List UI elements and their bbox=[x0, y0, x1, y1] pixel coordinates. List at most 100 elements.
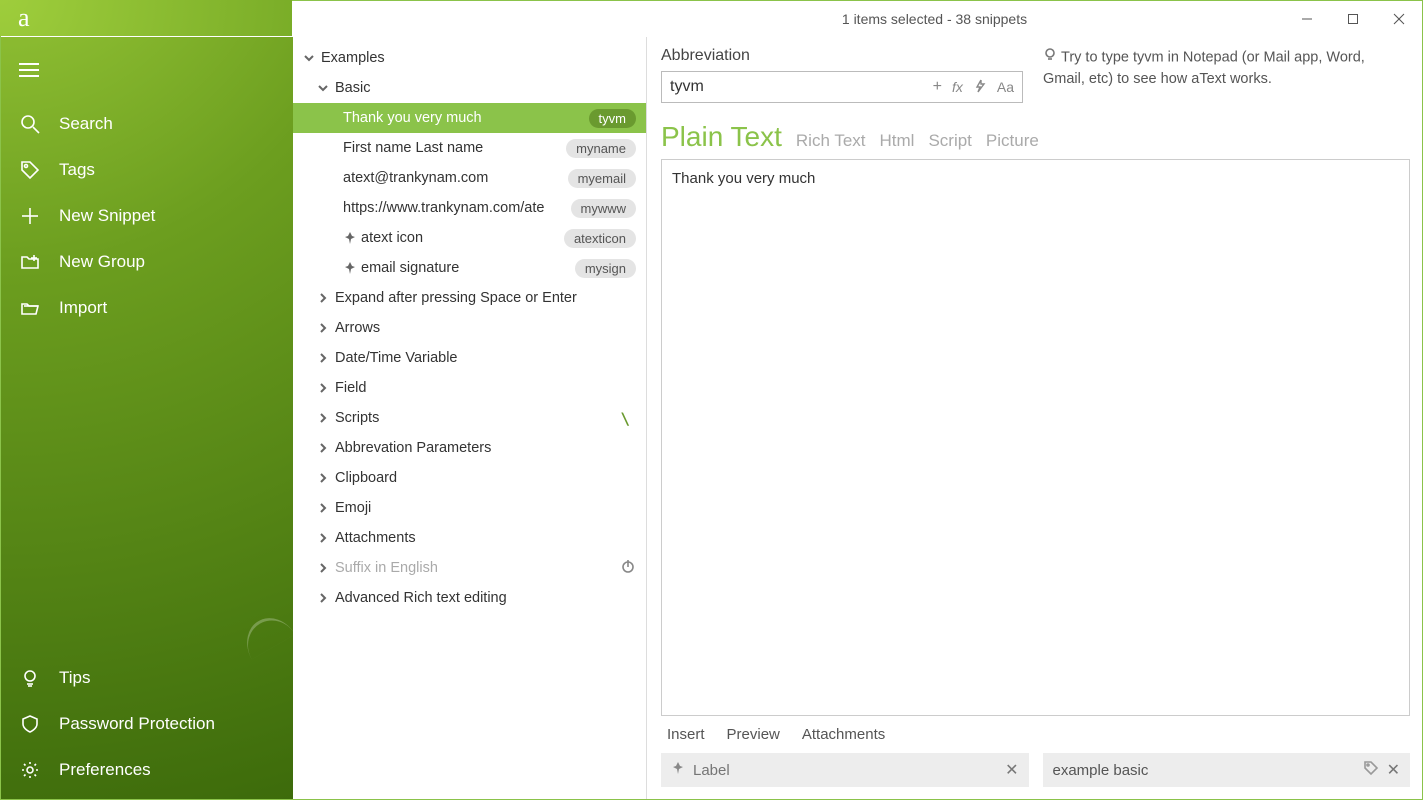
chevron-down-icon bbox=[315, 80, 331, 96]
tree-label: Basic bbox=[335, 80, 636, 96]
bulb-icon bbox=[1043, 47, 1057, 69]
tree-label: Suffix in English bbox=[335, 560, 620, 576]
tree-label: Expand after pressing Space or Enter bbox=[335, 290, 636, 306]
tree-label: Date/Time Variable bbox=[335, 350, 636, 366]
hint-text: Try to type tyvm in Notepad (or Mail app… bbox=[1043, 45, 1410, 91]
chevron-right-icon bbox=[315, 320, 331, 336]
tree-group[interactable]: Suffix in English bbox=[293, 553, 646, 583]
tag-icon bbox=[1363, 760, 1379, 780]
chevron-right-icon bbox=[315, 350, 331, 366]
bulb-icon bbox=[19, 667, 41, 689]
snippet-row[interactable]: First name Last namemyname bbox=[293, 133, 646, 163]
fx-button[interactable]: fx bbox=[952, 79, 963, 95]
tree-group[interactable]: Expand after pressing Space or Enter bbox=[293, 283, 646, 313]
window-title: 1 items selected - 38 snippets bbox=[293, 11, 1284, 27]
folder-plus-icon bbox=[19, 251, 41, 273]
snippet-abbr: mysign bbox=[575, 259, 636, 278]
snippet-abbr: myname bbox=[566, 139, 636, 158]
sidebar-item-tips[interactable]: Tips bbox=[1, 655, 293, 701]
tag-icon bbox=[19, 159, 41, 181]
tree-group[interactable]: Abbrevation Parameters bbox=[293, 433, 646, 463]
sidebar-item-pwd[interactable]: Password Protection bbox=[1, 701, 293, 747]
sidebar-item-search[interactable]: Search bbox=[1, 101, 293, 147]
tab-html[interactable]: Html bbox=[880, 131, 915, 151]
sidebar-item-newsnippet[interactable]: New Snippet bbox=[1, 193, 293, 239]
tree-label: Scripts bbox=[335, 410, 620, 426]
tab-preview[interactable]: Preview bbox=[727, 726, 780, 743]
tab-script[interactable]: Script bbox=[928, 131, 971, 151]
abbreviation-input[interactable] bbox=[662, 74, 925, 100]
snippet-abbr: atexticon bbox=[564, 229, 636, 248]
tag-input[interactable] bbox=[1053, 762, 1355, 779]
gear-icon bbox=[19, 759, 41, 781]
close-button[interactable] bbox=[1376, 1, 1422, 37]
sidebar-item-label: Tips bbox=[59, 668, 91, 688]
sidebar-item-label: Tags bbox=[59, 160, 95, 180]
label-field[interactable]: ✕ bbox=[661, 753, 1029, 787]
tree-group[interactable]: Field bbox=[293, 373, 646, 403]
script-indicator: \ bbox=[620, 409, 636, 428]
sidebar-item-import[interactable]: Import bbox=[1, 285, 293, 331]
sidebar-item-prefs[interactable]: Preferences bbox=[1, 747, 293, 793]
chevron-down-icon bbox=[301, 50, 317, 66]
chevron-right-icon bbox=[315, 290, 331, 306]
snippet-row[interactable]: email signaturemysign bbox=[293, 253, 646, 283]
minimize-button[interactable] bbox=[1284, 1, 1330, 37]
abbreviation-field[interactable]: + fx Aa bbox=[661, 71, 1023, 103]
tree-group-basic[interactable]: Basic bbox=[293, 73, 646, 103]
tab-picture[interactable]: Picture bbox=[986, 131, 1039, 151]
snippet-label: First name Last name bbox=[343, 140, 566, 156]
maximize-button[interactable] bbox=[1330, 1, 1376, 37]
tree-group[interactable]: Advanced Rich text editing bbox=[293, 583, 646, 613]
sidebar-item-label: New Group bbox=[59, 252, 145, 272]
chevron-right-icon bbox=[315, 440, 331, 456]
tree-label: Arrows bbox=[335, 320, 636, 336]
power-icon bbox=[620, 558, 636, 578]
menu-button[interactable] bbox=[1, 37, 293, 89]
clear-tag-button[interactable]: ✕ bbox=[1387, 760, 1400, 780]
snippet-row[interactable]: atext@trankynam.commyemail bbox=[293, 163, 646, 193]
tree-group-examples[interactable]: Examples bbox=[293, 43, 646, 73]
flash-icon[interactable] bbox=[973, 79, 987, 96]
sidebar-item-label: New Snippet bbox=[59, 206, 155, 226]
tree-label: Emoji bbox=[335, 500, 636, 516]
tab-plain-text[interactable]: Plain Text bbox=[661, 121, 782, 153]
chevron-right-icon bbox=[315, 380, 331, 396]
chevron-right-icon bbox=[315, 500, 331, 516]
content-type-tabs: Plain Text Rich Text Html Script Picture bbox=[661, 121, 1410, 153]
tree-label: Attachments bbox=[335, 530, 636, 546]
snippet-row[interactable]: atext iconatexticon bbox=[293, 223, 646, 253]
snippet-label: email signature bbox=[361, 260, 575, 276]
tree-label: Field bbox=[335, 380, 636, 396]
tree-group[interactable]: Attachments bbox=[293, 523, 646, 553]
tab-rich-text[interactable]: Rich Text bbox=[796, 131, 866, 151]
sidebar: Search Tags New Snippet New Group Import Tip… bbox=[1, 37, 293, 799]
tab-attachments[interactable]: Attachments bbox=[802, 726, 885, 743]
chevron-right-icon bbox=[315, 560, 331, 576]
chevron-right-icon bbox=[315, 590, 331, 606]
tree-group[interactable]: Arrows bbox=[293, 313, 646, 343]
tab-insert[interactable]: Insert bbox=[667, 726, 705, 743]
sidebar-item-tags[interactable]: Tags bbox=[1, 147, 293, 193]
add-abbr-button[interactable]: + bbox=[933, 78, 942, 96]
tree-label: Advanced Rich text editing bbox=[335, 590, 636, 606]
snippet-row[interactable]: https://www.trankynam.com/atemywww bbox=[293, 193, 646, 223]
tree-group[interactable]: Clipboard bbox=[293, 463, 646, 493]
pin-icon bbox=[671, 761, 685, 779]
tree-group[interactable]: Emoji bbox=[293, 493, 646, 523]
tree-label: Examples bbox=[321, 50, 636, 66]
bottom-tabs: Insert Preview Attachments bbox=[661, 716, 1410, 753]
tag-field[interactable]: ✕ bbox=[1043, 753, 1411, 787]
tree-label: Clipboard bbox=[335, 470, 636, 486]
clear-label-button[interactable]: ✕ bbox=[1005, 760, 1018, 780]
shield-icon bbox=[19, 713, 41, 735]
tree-group[interactable]: Scripts\ bbox=[293, 403, 646, 433]
sidebar-item-newgroup[interactable]: New Group bbox=[1, 239, 293, 285]
snippet-label: Thank you very much bbox=[343, 110, 589, 126]
aa-button[interactable]: Aa bbox=[997, 79, 1014, 95]
tree-group[interactable]: Date/Time Variable bbox=[293, 343, 646, 373]
snippet-row[interactable]: Thank you very muchtyvm bbox=[293, 103, 646, 133]
label-input[interactable] bbox=[693, 762, 997, 779]
snippet-content[interactable]: Thank you very much bbox=[661, 159, 1410, 716]
snippet-tree: Examples Basic Thank you very muchtyvmFi… bbox=[293, 37, 647, 799]
